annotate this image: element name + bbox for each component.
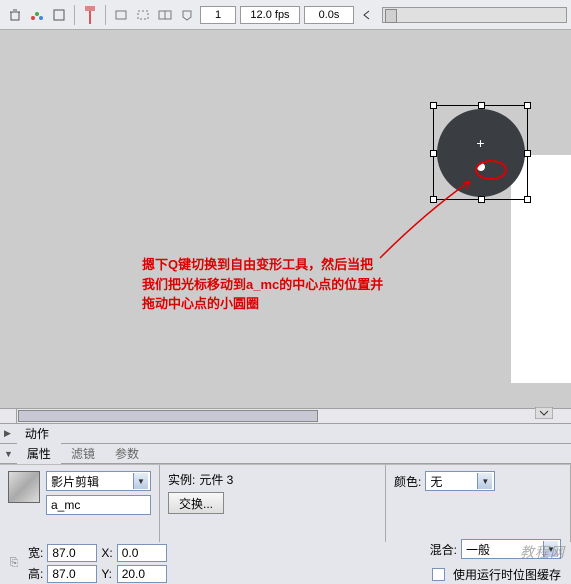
paint-icon[interactable] <box>27 5 47 25</box>
symbol-type-dropdown[interactable]: 影片剪辑 ▼ <box>46 471 151 491</box>
box-icon[interactable] <box>49 5 69 25</box>
elapsed-time-field[interactable]: 0.0s <box>304 6 354 24</box>
annotation-line: 摁下Q键切换到自由变形工具，然后当把 <box>142 255 383 275</box>
symbol-thumbnail[interactable] <box>8 471 40 503</box>
width-label: 宽: <box>28 544 43 561</box>
instance-name-input[interactable]: a_mc <box>46 495 151 515</box>
swap-button[interactable]: 交换... <box>168 492 224 514</box>
height-label: 高: <box>28 565 43 582</box>
blend-dropdown[interactable]: 一般 ▼ <box>461 539 561 559</box>
collapse-arrow-icon[interactable]: ▶ <box>4 428 11 439</box>
height-input[interactable]: 87.0 <box>47 565 97 583</box>
actions-panel-header[interactable]: ▶ 动作 <box>0 424 571 444</box>
dimensions-panel: ⎘ 宽: 87.0 X: 0.0 高: 87.0 Y: 20.0 混合: 一般 … <box>0 542 571 584</box>
properties-panel-header: ▼ 属性 滤镜 参数 <box>0 444 571 464</box>
x-label: X: <box>101 546 112 560</box>
timeline-toolbar: 1 12.0 fps 0.0s <box>0 0 571 30</box>
stage-hscrollbar[interactable] <box>0 408 571 424</box>
annotation-line: 拖动中心点的小圆圈 <box>142 294 383 314</box>
dims-right: 混合: 一般 ▼ 使用运行时位图缓存 <box>167 544 571 582</box>
cache-label: 使用运行时位图缓存 <box>453 566 561 583</box>
cache-checkbox[interactable] <box>432 568 445 581</box>
annotation-arrow <box>375 173 485 263</box>
tab-filters[interactable]: 滤镜 <box>61 443 105 464</box>
edit-multi-icon[interactable] <box>155 5 175 25</box>
playhead-icon[interactable] <box>80 5 100 25</box>
width-input[interactable]: 87.0 <box>47 544 97 562</box>
tab-properties[interactable]: 属性 <box>17 443 61 464</box>
scroll-left-icon[interactable] <box>357 5 377 25</box>
handle-br[interactable] <box>524 196 531 203</box>
trash-icon[interactable] <box>5 5 25 25</box>
blend-value: 一般 <box>466 541 490 558</box>
divider <box>105 5 106 25</box>
color-dropdown[interactable]: 无 ▼ <box>425 471 495 491</box>
tab-params[interactable]: 参数 <box>105 443 149 464</box>
instance-column: 影片剪辑 ▼ a_mc <box>0 465 160 542</box>
y-label: Y: <box>101 567 112 581</box>
chevron-down-icon: ▼ <box>477 473 492 489</box>
marker-icon[interactable] <box>177 5 197 25</box>
color-label: 颜色: <box>394 473 421 490</box>
handle-tl[interactable] <box>430 102 437 109</box>
fps-field[interactable]: 12.0 fps <box>240 6 300 24</box>
x-input[interactable]: 0.0 <box>117 544 167 562</box>
onion-icon[interactable] <box>111 5 131 25</box>
instance-value: 元件 3 <box>199 471 233 488</box>
annotation-line: 我们把光标移动到a_mc的中心点的位置并 <box>142 275 383 295</box>
tab-actions[interactable]: 动作 <box>15 423 59 444</box>
timeline-scrollbar[interactable] <box>382 7 567 23</box>
collapse-arrow-icon[interactable]: ▼ <box>4 449 13 459</box>
handle-tr[interactable] <box>524 102 531 109</box>
y-input[interactable]: 20.0 <box>117 565 167 583</box>
current-frame-field[interactable]: 1 <box>200 6 236 24</box>
handle-ml[interactable] <box>430 150 437 157</box>
panel-options-icon[interactable] <box>535 407 553 421</box>
chevron-down-icon: ▼ <box>543 541 558 557</box>
handle-mr[interactable] <box>524 150 531 157</box>
color-value: 无 <box>430 473 442 490</box>
dims-left: ⎘ 宽: 87.0 X: 0.0 高: 87.0 Y: 20.0 <box>8 544 167 582</box>
registration-cross-icon: + <box>476 135 484 151</box>
instance-label: 实例: <box>168 471 195 488</box>
swap-column: 实例: 元件 3 交换... <box>160 465 386 542</box>
divider <box>74 5 75 25</box>
scrollbar-thumb[interactable] <box>18 410 318 422</box>
blend-label: 混合: <box>430 541 457 558</box>
handle-tm[interactable] <box>478 102 485 109</box>
onion-outline-icon[interactable] <box>133 5 153 25</box>
properties-panel: 影片剪辑 ▼ a_mc 实例: 元件 3 交换... 颜色: 无 ▼ <box>0 464 571 542</box>
color-column: 颜色: 无 ▼ <box>386 465 571 542</box>
chevron-down-icon: ▼ <box>133 473 148 489</box>
symbol-type-value: 影片剪辑 <box>51 473 99 490</box>
lock-icon[interactable]: ⎘ <box>8 557 20 570</box>
stage-canvas[interactable]: + 摁下Q键切换到自由变形工具，然后当把 我们把光标移动到a_mc的中心点的位置… <box>0 30 571 408</box>
annotation-text: 摁下Q键切换到自由变形工具，然后当把 我们把光标移动到a_mc的中心点的位置并 … <box>142 255 383 314</box>
